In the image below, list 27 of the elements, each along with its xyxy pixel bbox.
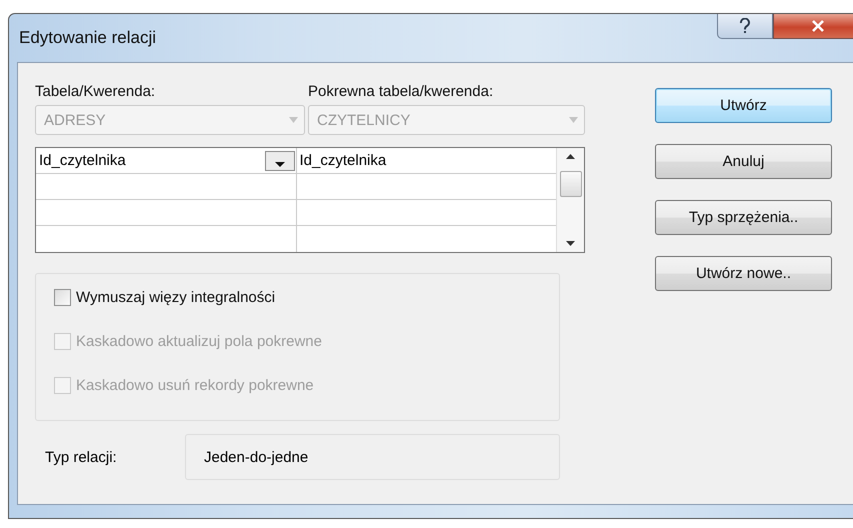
dropdown-button[interactable] (264, 150, 294, 170)
window-title: Edytowanie relacji (19, 28, 156, 48)
caret-icon (569, 117, 578, 123)
checkbox-label: Kaskadowo usuń rekordy pokrewne (76, 376, 314, 394)
close-button[interactable] (773, 14, 853, 39)
checkbox-label: Wymuszaj więzy integralności (76, 288, 276, 306)
close-icon (811, 20, 825, 32)
scroll-down-icon[interactable] (566, 241, 575, 246)
dialog-button[interactable]: Utwórz nowe.. (655, 256, 832, 291)
relation-type-label: Typ relacji: (44, 448, 118, 466)
dialog-button[interactable]: Utwórz (655, 88, 832, 123)
checkbox-label: Kaskadowo aktualizuj pola pokrewne (76, 332, 322, 350)
field-label: Pokrewna tabela/kwerenda: (308, 82, 494, 102)
dialog-button[interactable]: Anuluj (655, 144, 832, 179)
relation-type-value: Jeden-do-jedne (185, 434, 560, 480)
help-button[interactable] (717, 14, 773, 39)
caret-icon (289, 117, 298, 123)
caret-icon (274, 162, 284, 166)
dialog-button[interactable]: Typ sprzężenia.. (655, 200, 832, 235)
scrollbar[interactable] (556, 148, 584, 252)
scrollbar-thumb[interactable] (560, 171, 582, 197)
checkbox[interactable] (54, 288, 71, 306)
field-label: Tabela/Kwerenda: (35, 82, 156, 102)
scroll-up-icon[interactable] (566, 154, 575, 159)
field-cell[interactable]: Id_czytelnika (300, 152, 386, 169)
field-cell[interactable]: Id_czytelnika (39, 152, 126, 169)
help-icon (739, 18, 751, 34)
